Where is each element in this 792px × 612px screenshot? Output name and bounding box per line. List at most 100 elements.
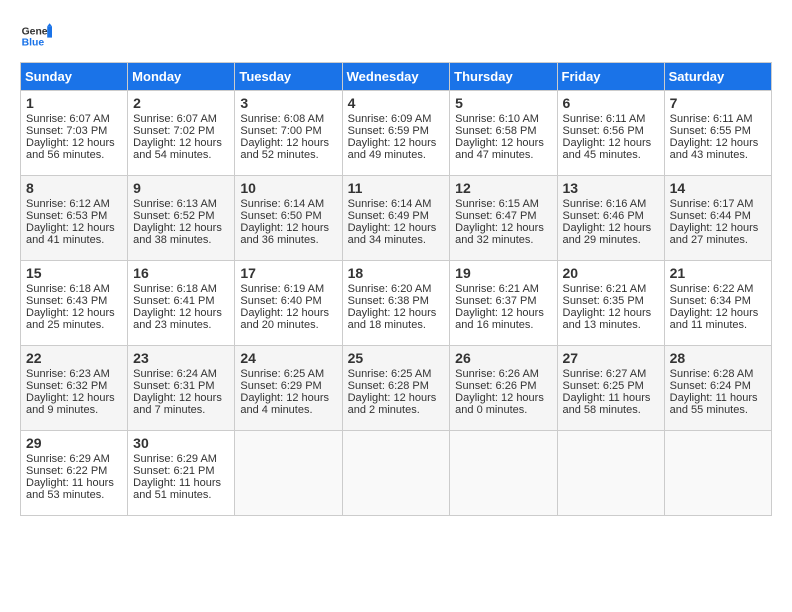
day-cell bbox=[235, 431, 342, 516]
sunrise: Sunrise: 6:28 AM bbox=[670, 368, 754, 380]
day-number: 9 bbox=[133, 180, 229, 196]
day-number: 4 bbox=[348, 95, 445, 111]
daylight-label: Daylight: 12 hours and 56 minutes. bbox=[26, 137, 115, 161]
day-number: 14 bbox=[670, 180, 766, 196]
day-cell: 25Sunrise: 6:25 AMSunset: 6:28 PMDayligh… bbox=[342, 346, 450, 431]
daylight-label: Daylight: 12 hours and 4 minutes. bbox=[240, 392, 329, 416]
day-cell bbox=[664, 431, 771, 516]
daylight-label: Daylight: 11 hours and 55 minutes. bbox=[670, 392, 758, 416]
sunset: Sunset: 6:43 PM bbox=[26, 295, 107, 307]
day-number: 6 bbox=[563, 95, 659, 111]
daylight-label: Daylight: 12 hours and 54 minutes. bbox=[133, 137, 222, 161]
sunrise: Sunrise: 6:20 AM bbox=[348, 283, 432, 295]
sunrise: Sunrise: 6:29 AM bbox=[26, 453, 110, 465]
sunrise: Sunrise: 6:14 AM bbox=[348, 198, 432, 210]
daylight-label: Daylight: 12 hours and 20 minutes. bbox=[240, 307, 329, 331]
day-cell: 10Sunrise: 6:14 AMSunset: 6:50 PMDayligh… bbox=[235, 176, 342, 261]
day-cell: 17Sunrise: 6:19 AMSunset: 6:40 PMDayligh… bbox=[235, 261, 342, 346]
day-cell: 21Sunrise: 6:22 AMSunset: 6:34 PMDayligh… bbox=[664, 261, 771, 346]
sunrise: Sunrise: 6:11 AM bbox=[563, 113, 646, 125]
day-cell: 11Sunrise: 6:14 AMSunset: 6:49 PMDayligh… bbox=[342, 176, 450, 261]
header-cell-thursday: Thursday bbox=[450, 63, 557, 91]
header-row: SundayMondayTuesdayWednesdayThursdayFrid… bbox=[21, 63, 772, 91]
day-number: 3 bbox=[240, 95, 336, 111]
day-cell: 13Sunrise: 6:16 AMSunset: 6:46 PMDayligh… bbox=[557, 176, 664, 261]
sunset: Sunset: 6:29 PM bbox=[240, 380, 321, 392]
sunrise: Sunrise: 6:11 AM bbox=[670, 113, 753, 125]
week-row-1: 1Sunrise: 6:07 AMSunset: 7:03 PMDaylight… bbox=[21, 91, 772, 176]
sunrise: Sunrise: 6:14 AM bbox=[240, 198, 324, 210]
day-number: 16 bbox=[133, 265, 229, 281]
sunset: Sunset: 6:21 PM bbox=[133, 465, 214, 477]
daylight-label: Daylight: 12 hours and 18 minutes. bbox=[348, 307, 437, 331]
sunrise: Sunrise: 6:12 AM bbox=[26, 198, 110, 210]
day-cell: 22Sunrise: 6:23 AMSunset: 6:32 PMDayligh… bbox=[21, 346, 128, 431]
sunrise: Sunrise: 6:21 AM bbox=[455, 283, 539, 295]
daylight-label: Daylight: 12 hours and 47 minutes. bbox=[455, 137, 544, 161]
sunset: Sunset: 6:32 PM bbox=[26, 380, 107, 392]
sunset: Sunset: 6:59 PM bbox=[348, 125, 429, 137]
sunrise: Sunrise: 6:07 AM bbox=[133, 113, 217, 125]
daylight-label: Daylight: 11 hours and 51 minutes. bbox=[133, 477, 221, 501]
sunset: Sunset: 6:35 PM bbox=[563, 295, 644, 307]
sunset: Sunset: 6:56 PM bbox=[563, 125, 644, 137]
day-number: 1 bbox=[26, 95, 122, 111]
week-row-2: 8Sunrise: 6:12 AMSunset: 6:53 PMDaylight… bbox=[21, 176, 772, 261]
daylight-label: Daylight: 12 hours and 23 minutes. bbox=[133, 307, 222, 331]
sunrise: Sunrise: 6:26 AM bbox=[455, 368, 539, 380]
daylight-label: Daylight: 12 hours and 41 minutes. bbox=[26, 222, 115, 246]
day-cell: 26Sunrise: 6:26 AMSunset: 6:26 PMDayligh… bbox=[450, 346, 557, 431]
sunrise: Sunrise: 6:07 AM bbox=[26, 113, 110, 125]
day-cell: 5Sunrise: 6:10 AMSunset: 6:58 PMDaylight… bbox=[450, 91, 557, 176]
sunrise: Sunrise: 6:18 AM bbox=[26, 283, 110, 295]
header-cell-saturday: Saturday bbox=[664, 63, 771, 91]
sunrise: Sunrise: 6:17 AM bbox=[670, 198, 754, 210]
day-cell: 4Sunrise: 6:09 AMSunset: 6:59 PMDaylight… bbox=[342, 91, 450, 176]
sunrise: Sunrise: 6:18 AM bbox=[133, 283, 217, 295]
day-number: 17 bbox=[240, 265, 336, 281]
week-row-3: 15Sunrise: 6:18 AMSunset: 6:43 PMDayligh… bbox=[21, 261, 772, 346]
day-cell: 14Sunrise: 6:17 AMSunset: 6:44 PMDayligh… bbox=[664, 176, 771, 261]
sunset: Sunset: 6:58 PM bbox=[455, 125, 536, 137]
day-cell: 1Sunrise: 6:07 AMSunset: 7:03 PMDaylight… bbox=[21, 91, 128, 176]
day-cell: 16 Sunrise: 6:18 AMSunset: 6:41 PMDayligh… bbox=[128, 261, 235, 346]
daylight-label: Daylight: 12 hours and 25 minutes. bbox=[26, 307, 115, 331]
sunset: Sunset: 6:37 PM bbox=[455, 295, 536, 307]
sunset: Sunset: 6:49 PM bbox=[348, 210, 429, 222]
day-number: 21 bbox=[670, 265, 766, 281]
sunset: Sunset: 6:44 PM bbox=[670, 210, 751, 222]
day-number: 25 bbox=[348, 350, 445, 366]
sunset: Sunset: 6:50 PM bbox=[240, 210, 321, 222]
sunset: Sunset: 6:40 PM bbox=[240, 295, 321, 307]
sunset: Sunset: 6:24 PM bbox=[670, 380, 751, 392]
day-cell: 30Sunrise: 6:29 AMSunset: 6:21 PMDayligh… bbox=[128, 431, 235, 516]
day-number: 24 bbox=[240, 350, 336, 366]
daylight-label: Daylight: 12 hours and 9 minutes. bbox=[26, 392, 115, 416]
day-cell: 15 Sunrise: 6:18 AMSunset: 6:43 PMDayligh… bbox=[21, 261, 128, 346]
sunset: Sunset: 6:41 PM bbox=[133, 295, 214, 307]
sunrise: Sunrise: 6:27 AM bbox=[563, 368, 647, 380]
header-cell-tuesday: Tuesday bbox=[235, 63, 342, 91]
header: General Blue bbox=[20, 20, 772, 52]
daylight-label: Daylight: 12 hours and 11 minutes. bbox=[670, 307, 759, 331]
day-number: 8 bbox=[26, 180, 122, 196]
day-number: 5 bbox=[455, 95, 551, 111]
day-number: 13 bbox=[563, 180, 659, 196]
daylight-label: Daylight: 12 hours and 16 minutes. bbox=[455, 307, 544, 331]
day-number: 15 bbox=[26, 265, 122, 281]
daylight-label: Daylight: 12 hours and 7 minutes. bbox=[133, 392, 222, 416]
daylight-label: Daylight: 12 hours and 43 minutes. bbox=[670, 137, 759, 161]
day-number: 2 bbox=[133, 95, 229, 111]
sunset: Sunset: 6:34 PM bbox=[670, 295, 751, 307]
logo: General Blue bbox=[20, 20, 52, 52]
sunset: Sunset: 6:26 PM bbox=[455, 380, 536, 392]
sunrise: Sunrise: 6:29 AM bbox=[133, 453, 217, 465]
sunrise: Sunrise: 6:09 AM bbox=[348, 113, 432, 125]
daylight-label: Daylight: 12 hours and 0 minutes. bbox=[455, 392, 544, 416]
sunrise: Sunrise: 6:13 AM bbox=[133, 198, 217, 210]
day-number: 29 bbox=[26, 435, 122, 451]
sunset: Sunset: 6:31 PM bbox=[133, 380, 214, 392]
daylight-label: Daylight: 11 hours and 58 minutes. bbox=[563, 392, 651, 416]
daylight-label: Daylight: 12 hours and 45 minutes. bbox=[563, 137, 652, 161]
sunset: Sunset: 6:38 PM bbox=[348, 295, 429, 307]
